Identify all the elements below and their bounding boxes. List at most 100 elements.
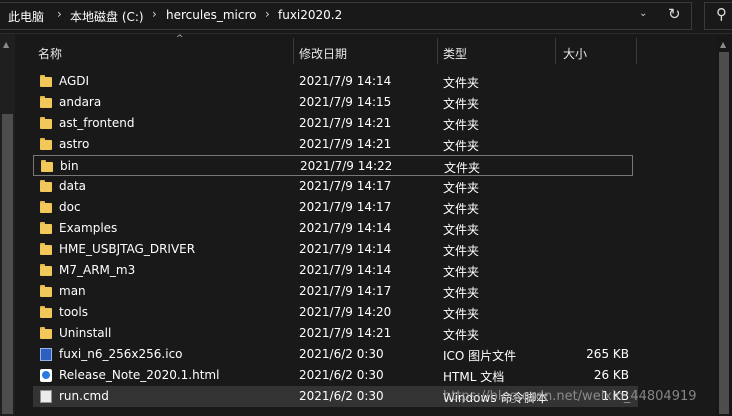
file-row[interactable]: Uninstall 2021/7/9 14:21 文件夹 bbox=[33, 323, 633, 344]
file-row[interactable]: man 2021/7/9 14:17 文件夹 bbox=[33, 281, 633, 302]
watermark: https://blog.csdn.net/weixin_44804919 bbox=[443, 389, 697, 404]
search-icon[interactable]: ⚲ bbox=[716, 5, 727, 23]
file-name: Release_Note_2020.1.html bbox=[59, 368, 220, 382]
file-size: 26 KB bbox=[593, 368, 629, 382]
file-modified-date: 2021/7/9 14:21 bbox=[299, 137, 392, 151]
file-row[interactable]: HME_USBJTAG_DRIVER 2021/7/9 14:14 文件夹 bbox=[33, 239, 633, 260]
column-header-modified[interactable]: 修改日期 bbox=[299, 45, 347, 62]
file-row[interactable]: fuxi_n6_256x256.ico 2021/6/2 0:30 ICO 图片文件… bbox=[33, 344, 633, 365]
file-name: AGDI bbox=[59, 74, 90, 88]
file-type: 文件夹 bbox=[443, 181, 480, 195]
breadcrumb-separator-icon[interactable]: › bbox=[265, 7, 270, 21]
file-row[interactable]: tools 2021/7/9 14:20 文件夹 bbox=[33, 302, 633, 323]
file-name: andara bbox=[59, 95, 102, 109]
ico-file-icon bbox=[40, 348, 52, 361]
file-row[interactable]: astro 2021/7/9 14:21 文件夹 bbox=[33, 134, 633, 155]
file-type: 文件夹 bbox=[443, 223, 480, 237]
scroll-up-icon[interactable]: ▲ bbox=[3, 40, 9, 49]
file-modified-date: 2021/6/2 0:30 bbox=[299, 347, 384, 361]
file-modified-date: 2021/7/9 14:17 bbox=[299, 200, 392, 214]
folder-icon bbox=[40, 327, 52, 340]
file-name: man bbox=[59, 284, 86, 298]
column-header-type[interactable]: 类型 bbox=[443, 45, 467, 62]
folder-icon bbox=[40, 180, 52, 193]
breadcrumb-separator-icon[interactable]: › bbox=[57, 7, 62, 21]
folder-icon bbox=[41, 160, 53, 173]
file-modified-date: 2021/7/9 14:21 bbox=[299, 116, 392, 130]
column-divider[interactable] bbox=[293, 38, 294, 64]
file-modified-date: 2021/7/9 14:21 bbox=[299, 326, 392, 340]
file-row[interactable]: data 2021/7/9 14:17 文件夹 bbox=[33, 176, 633, 197]
file-name: fuxi_n6_256x256.ico bbox=[59, 347, 183, 361]
file-type: 文件夹 bbox=[443, 286, 480, 300]
column-header-name[interactable]: 名称 bbox=[38, 45, 62, 62]
file-modified-date: 2021/7/9 14:14 bbox=[299, 263, 392, 277]
file-name: bin bbox=[60, 159, 79, 173]
scrollbar-thumb[interactable] bbox=[719, 52, 729, 414]
file-type: 文件夹 bbox=[443, 97, 480, 111]
file-row[interactable]: Release_Note_2020.1.html 2021/6/2 0:30 HTM… bbox=[33, 365, 633, 386]
breadcrumb-separator-icon[interactable]: › bbox=[152, 7, 157, 21]
column-header-size[interactable]: 大小 bbox=[563, 45, 587, 62]
file-type: 文件夹 bbox=[443, 139, 480, 153]
cmd-file-icon bbox=[40, 390, 52, 403]
breadcrumb-this-pc[interactable]: 此电脑 bbox=[8, 8, 44, 25]
file-type: 文件夹 bbox=[444, 161, 481, 175]
file-type: 文件夹 bbox=[443, 118, 480, 132]
column-divider[interactable] bbox=[636, 38, 637, 64]
file-type: 文件夹 bbox=[443, 76, 480, 90]
file-row[interactable]: bin 2021/7/9 14:22 文件夹 bbox=[33, 155, 633, 176]
navigation-pane-scrollbar[interactable]: ▲ bbox=[0, 34, 15, 416]
refresh-icon[interactable]: ↻ bbox=[668, 5, 681, 23]
file-name: ast_frontend bbox=[59, 116, 135, 130]
file-name: HME_USBJTAG_DRIVER bbox=[59, 242, 196, 256]
file-modified-date: 2021/7/9 14:20 bbox=[299, 305, 392, 319]
column-divider[interactable] bbox=[555, 38, 556, 64]
file-name: M7_ARM_m3 bbox=[59, 263, 136, 277]
file-modified-date: 2021/6/2 0:30 bbox=[299, 368, 384, 382]
file-type: HTML 文档 bbox=[443, 370, 505, 384]
file-name: Uninstall bbox=[59, 326, 112, 340]
column-divider[interactable] bbox=[437, 38, 438, 64]
file-modified-date: 2021/7/9 14:14 bbox=[299, 221, 392, 235]
file-row[interactable]: M7_ARM_m3 2021/7/9 14:14 文件夹 bbox=[33, 260, 633, 281]
file-modified-date: 2021/7/9 14:14 bbox=[299, 74, 392, 88]
file-name: Examples bbox=[59, 221, 118, 235]
file-type: 文件夹 bbox=[443, 202, 480, 216]
file-row[interactable]: doc 2021/7/9 14:17 文件夹 bbox=[33, 197, 633, 218]
file-type: 文件夹 bbox=[443, 307, 480, 321]
file-row[interactable]: ast_frontend 2021/7/9 14:21 文件夹 bbox=[33, 113, 633, 134]
file-type: 文件夹 bbox=[443, 265, 480, 279]
file-row[interactable]: Examples 2021/7/9 14:14 文件夹 bbox=[33, 218, 633, 239]
breadcrumb-hercules-micro[interactable]: hercules_micro bbox=[166, 8, 256, 22]
column-header-row: ^ 名称 修改日期 类型 大小 bbox=[18, 34, 732, 66]
file-name: astro bbox=[59, 137, 90, 151]
file-name: run.cmd bbox=[59, 389, 109, 403]
file-modified-date: 2021/7/9 14:17 bbox=[299, 179, 392, 193]
scrollbar-thumb[interactable] bbox=[2, 114, 13, 414]
breadcrumb-fuxi2020[interactable]: fuxi2020.2 bbox=[278, 8, 342, 22]
scroll-up-icon[interactable]: ▲ bbox=[720, 40, 726, 49]
file-type: ICO 图片文件 bbox=[443, 349, 517, 363]
file-modified-date: 2021/7/9 14:22 bbox=[300, 159, 393, 173]
file-size: 265 KB bbox=[586, 347, 629, 361]
file-modified-date: 2021/7/9 14:17 bbox=[299, 284, 392, 298]
html-file-icon bbox=[40, 369, 52, 382]
file-type: 文件夹 bbox=[443, 244, 480, 258]
file-row[interactable]: andara 2021/7/9 14:15 文件夹 bbox=[33, 92, 633, 113]
folder-icon bbox=[40, 96, 52, 109]
folder-icon bbox=[40, 138, 52, 151]
chevron-down-icon[interactable]: ⌄ bbox=[639, 8, 647, 19]
folder-icon bbox=[40, 117, 52, 130]
breadcrumb-local-disk[interactable]: 本地磁盘 (C:) bbox=[70, 8, 144, 25]
file-type: 文件夹 bbox=[443, 328, 480, 342]
vertical-scrollbar[interactable]: ▲ bbox=[716, 36, 732, 416]
file-modified-date: 2021/7/9 14:14 bbox=[299, 242, 392, 256]
file-name: tools bbox=[59, 305, 88, 319]
file-row[interactable]: AGDI 2021/7/9 14:14 文件夹 bbox=[33, 71, 633, 92]
folder-icon bbox=[40, 75, 52, 88]
folder-icon bbox=[40, 201, 52, 214]
file-modified-date: 2021/7/9 14:15 bbox=[299, 95, 392, 109]
folder-icon bbox=[40, 243, 52, 256]
file-name: doc bbox=[59, 200, 81, 214]
